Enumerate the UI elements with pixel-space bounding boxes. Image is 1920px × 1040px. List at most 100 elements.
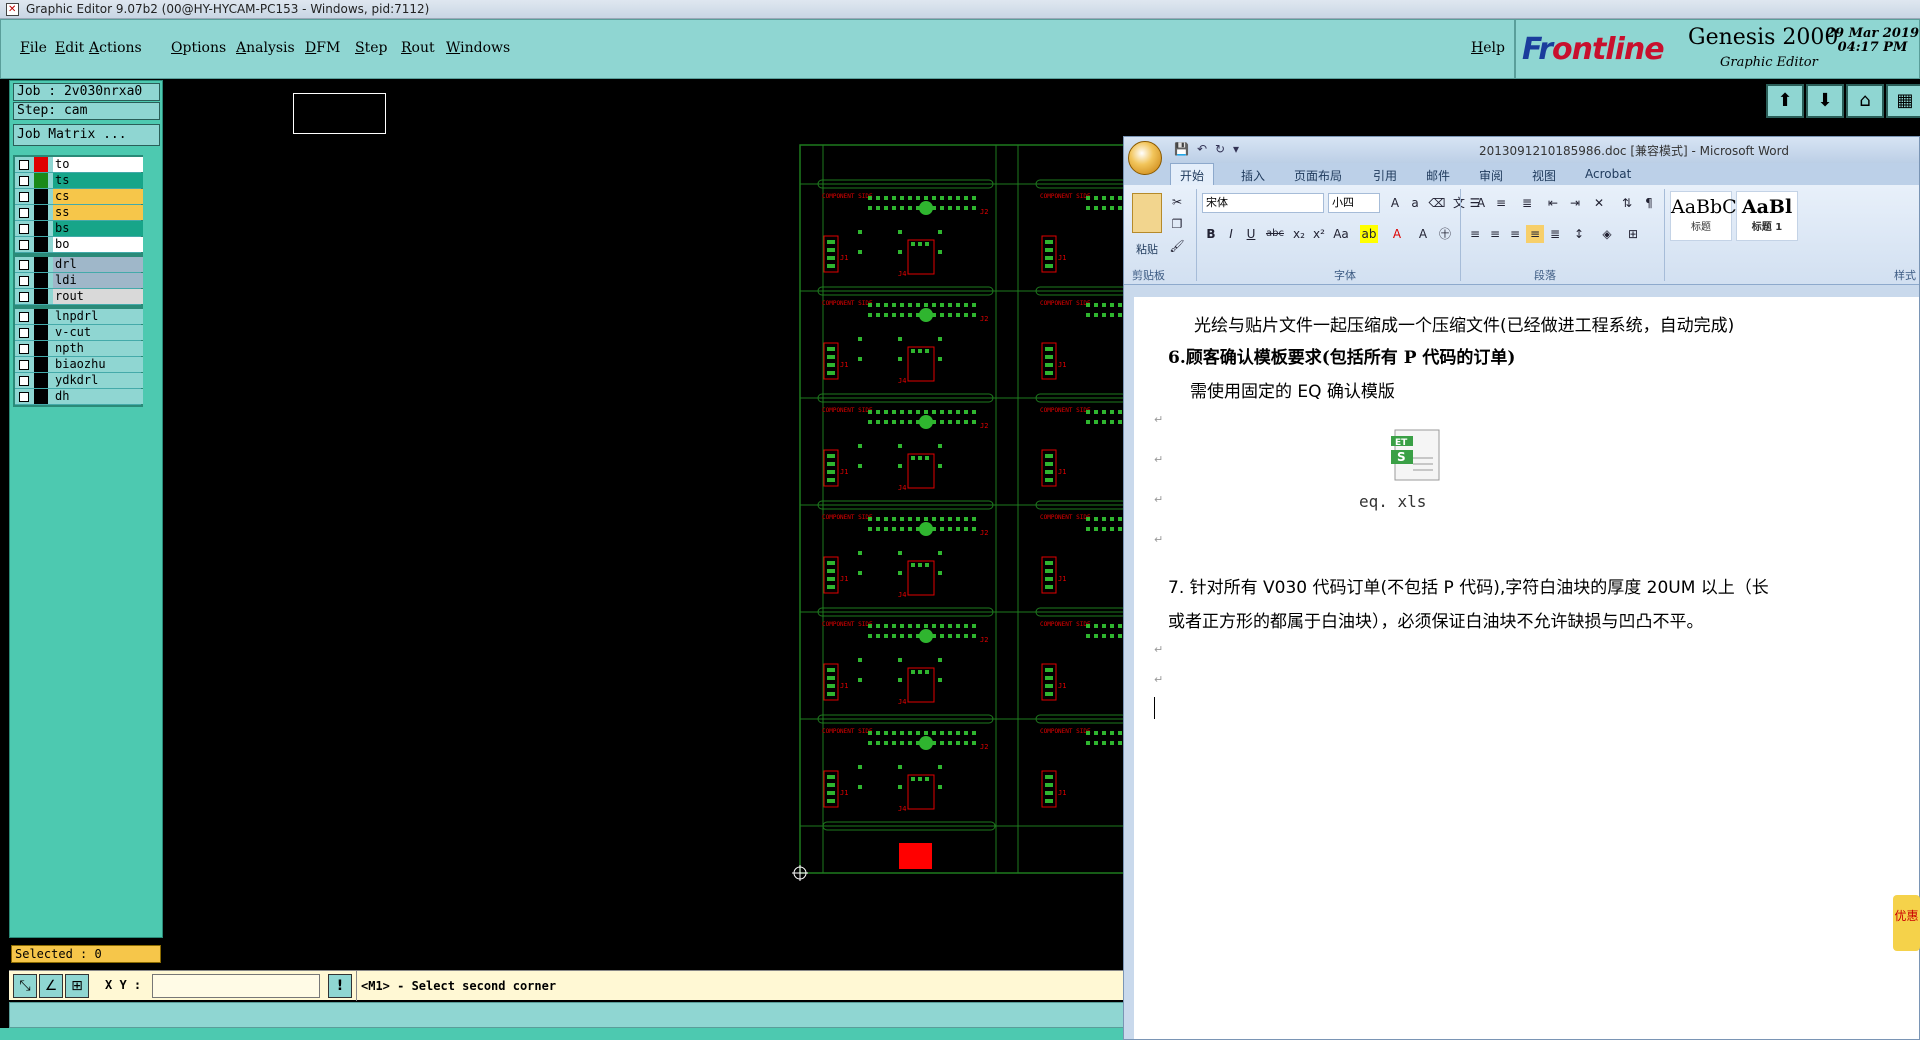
tab-insert[interactable]: 插入 xyxy=(1241,167,1265,184)
attachment-name[interactable]: eq. xls xyxy=(1359,492,1426,511)
layer-name[interactable]: rout xyxy=(53,289,143,304)
numbering-icon[interactable]: ≡ xyxy=(1492,194,1510,212)
alert-icon[interactable]: ! xyxy=(328,974,352,998)
layer-checkbox[interactable] xyxy=(19,392,29,402)
tab-mailings[interactable]: 邮件 xyxy=(1426,167,1450,184)
superscript-icon[interactable]: x² xyxy=(1310,225,1328,243)
layer-checkbox[interactable] xyxy=(19,376,29,386)
graphics-canvas[interactable]: COMPONENT SIDE J1 J4 J2 COMPONENT SIDE J1 COMP… xyxy=(163,80,1123,970)
decrease-indent-icon[interactable]: ⇤ xyxy=(1544,194,1562,212)
layer-row-npth[interactable]: npth xyxy=(15,341,143,357)
layer-row-rout[interactable]: rout xyxy=(15,289,143,305)
layer-name[interactable]: drl xyxy=(53,257,143,272)
quick-access-toolbar[interactable]: 💾↶↻▾ xyxy=(1174,142,1247,156)
enclose-char-icon[interactable]: ㊉ xyxy=(1436,225,1454,243)
layer-color-swatch[interactable] xyxy=(34,157,48,172)
tab-home[interactable]: 开始 xyxy=(1170,163,1215,185)
cut-icon[interactable]: ✂ xyxy=(1168,193,1186,211)
italic-icon[interactable]: I xyxy=(1222,225,1240,243)
open-job-icon[interactable]: ⬆ xyxy=(1766,84,1804,118)
layer-name[interactable]: ydkdrl xyxy=(53,373,143,388)
layer-name[interactable]: ts xyxy=(53,173,143,188)
layer-color-swatch[interactable] xyxy=(34,189,48,204)
layer-name[interactable]: bs xyxy=(53,221,143,236)
layer-color-swatch[interactable] xyxy=(34,357,48,372)
layer-name[interactable]: ss xyxy=(53,205,143,220)
layer-row-to[interactable]: to xyxy=(15,157,143,173)
layer-checkbox[interactable] xyxy=(19,176,29,186)
layer-row-biaozhu[interactable]: biaozhu xyxy=(15,357,143,373)
xy-input[interactable] xyxy=(152,974,320,998)
layer-checkbox[interactable] xyxy=(19,208,29,218)
layer-name[interactable]: npth xyxy=(53,341,143,356)
layer-row-ldi[interactable]: ldi xyxy=(15,273,143,289)
line-spacing-icon[interactable]: ↕ xyxy=(1570,225,1588,243)
align-right-icon[interactable]: ≡ xyxy=(1506,225,1524,243)
font-size-select[interactable]: 小四 xyxy=(1328,193,1380,213)
layer-name[interactable]: cs xyxy=(53,189,143,204)
tab-view[interactable]: 视图 xyxy=(1532,167,1556,184)
tab-review[interactable]: 审阅 xyxy=(1479,167,1503,184)
menu-rout[interactable]: Rout xyxy=(401,40,435,56)
change-case-icon[interactable]: Aa xyxy=(1332,225,1350,243)
menu-step[interactable]: Step xyxy=(355,40,387,56)
menu-options[interactable]: Options xyxy=(171,40,226,56)
layer-row-dh[interactable]: dh xyxy=(15,389,143,405)
layer-checkbox[interactable] xyxy=(19,260,29,270)
layer-row-cs[interactable]: cs xyxy=(15,189,143,205)
show-marks-icon[interactable]: ¶ xyxy=(1640,194,1658,212)
layer-name[interactable]: ldi xyxy=(53,273,143,288)
menu-analysis[interactable]: Analysis xyxy=(236,40,295,56)
menu-windows[interactable]: Windows xyxy=(446,40,510,56)
bold-icon[interactable]: B xyxy=(1202,225,1220,243)
tab-references[interactable]: 引用 xyxy=(1373,167,1397,184)
menu-file[interactable]: File xyxy=(20,40,47,56)
document-page[interactable]: 光绘与贴片文件一起压缩成一个压缩文件(已经做进工程系统，自动完成) 6.顾客确认… xyxy=(1134,297,1919,1039)
layer-checkbox[interactable] xyxy=(19,160,29,170)
layer-checkbox[interactable] xyxy=(19,312,29,322)
job-matrix-button[interactable]: Job Matrix ... xyxy=(13,124,160,146)
office-button-icon[interactable] xyxy=(1128,141,1162,175)
xls-file-icon[interactable]: ET S xyxy=(1377,428,1443,484)
layer-color-swatch[interactable] xyxy=(34,237,48,252)
shading-icon[interactable]: ◈ xyxy=(1598,225,1616,243)
layer-checkbox[interactable] xyxy=(19,344,29,354)
increase-indent-icon[interactable]: ⇥ xyxy=(1566,194,1584,212)
font-name-select[interactable]: 宋体 xyxy=(1202,193,1324,213)
save-job-icon[interactable]: ⬇ xyxy=(1806,84,1844,118)
char-shading-icon[interactable]: A xyxy=(1414,225,1432,243)
subscript-icon[interactable]: x₂ xyxy=(1290,225,1308,243)
style-heading-1[interactable]: AaBl 标题 1 xyxy=(1736,191,1798,241)
menu-help[interactable]: Help xyxy=(1471,40,1505,56)
layer-row-bs[interactable]: bs xyxy=(15,221,143,237)
menu-actions[interactable]: Actions xyxy=(89,40,142,56)
layer-color-swatch[interactable] xyxy=(34,373,48,388)
tab-layout[interactable]: 页面布局 xyxy=(1294,167,1342,184)
layer-name[interactable]: dh xyxy=(53,389,143,404)
copy-icon[interactable]: ❐ xyxy=(1168,215,1186,233)
layer-row-bo[interactable]: bo xyxy=(15,237,143,253)
grow-font-icon[interactable]: A xyxy=(1386,194,1404,212)
justify-icon[interactable]: ≡ xyxy=(1526,225,1544,243)
layer-name[interactable]: biaozhu xyxy=(53,357,143,372)
menu-dfm[interactable]: DFM xyxy=(305,40,340,56)
clear-format-icon[interactable]: ⌫ xyxy=(1428,194,1446,212)
layer-color-swatch[interactable] xyxy=(34,289,48,304)
shrink-font-icon[interactable]: a xyxy=(1406,194,1424,212)
measure-icon[interactable]: ∠ xyxy=(39,974,63,998)
style-heading[interactable]: AaBbC 标题 xyxy=(1670,191,1737,241)
layer-color-swatch[interactable] xyxy=(34,173,48,188)
layer-row-lnpdrl[interactable]: lnpdrl xyxy=(15,309,143,325)
home-icon[interactable]: ⌂ xyxy=(1846,84,1884,118)
highlight-icon[interactable]: ab xyxy=(1360,225,1378,243)
layer-row-ydkdrl[interactable]: ydkdrl xyxy=(15,373,143,389)
layer-checkbox[interactable] xyxy=(19,224,29,234)
layer-color-swatch[interactable] xyxy=(34,309,48,324)
underline-icon[interactable]: U xyxy=(1242,225,1260,243)
font-color-icon[interactable]: A xyxy=(1388,225,1406,243)
layer-row-ts[interactable]: ts xyxy=(15,173,143,189)
align-center-icon[interactable]: ≡ xyxy=(1486,225,1504,243)
layer-color-swatch[interactable] xyxy=(34,273,48,288)
layer-row-ss[interactable]: ss xyxy=(15,205,143,221)
layer-color-swatch[interactable] xyxy=(34,221,48,236)
